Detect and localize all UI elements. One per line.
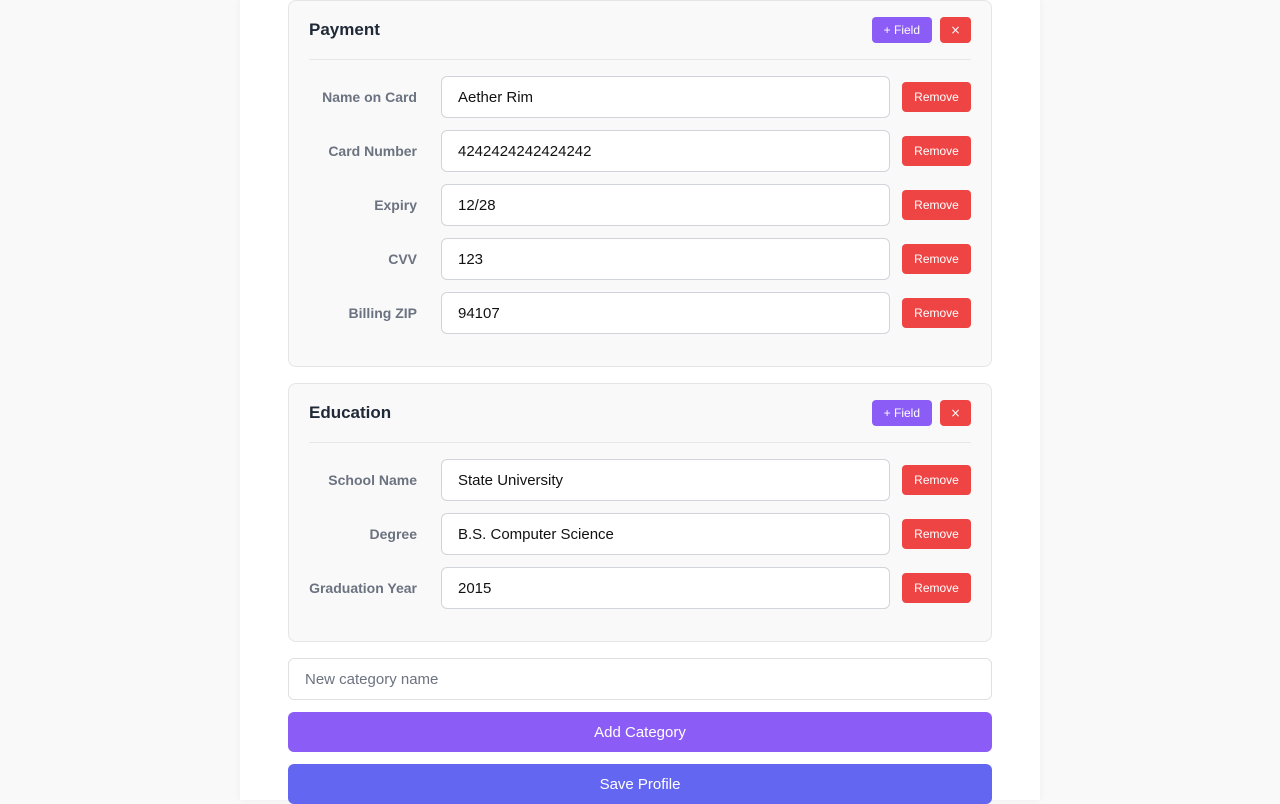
- field-list: Name on Card Remove Card Number Remove E…: [309, 60, 971, 354]
- remove-field-button[interactable]: Remove: [902, 136, 971, 166]
- field-row: Billing ZIP Remove: [309, 292, 971, 334]
- category-actions: + Field ×: [871, 400, 971, 426]
- field-label: Name on Card: [322, 89, 417, 105]
- remove-field-button[interactable]: Remove: [902, 465, 971, 495]
- field-value-input[interactable]: [441, 292, 890, 334]
- field-value-input[interactable]: [441, 567, 890, 609]
- field-row: CVV Remove: [309, 238, 971, 280]
- field-label: CVV: [388, 251, 417, 267]
- field-value-input[interactable]: [441, 130, 890, 172]
- category-actions: + Field ×: [871, 17, 971, 43]
- category-header: Payment + Field ×: [309, 1, 971, 60]
- new-category-input[interactable]: [288, 658, 992, 700]
- category-header: Education + Field ×: [309, 384, 971, 443]
- field-label: Expiry: [374, 197, 417, 213]
- field-value-input[interactable]: [441, 76, 890, 118]
- add-field-button[interactable]: + Field: [871, 17, 932, 43]
- field-label: Billing ZIP: [348, 305, 417, 321]
- category-title: Payment: [309, 20, 380, 39]
- add-field-button[interactable]: + Field: [871, 400, 932, 426]
- remove-field-button[interactable]: Remove: [902, 298, 971, 328]
- remove-field-button[interactable]: Remove: [902, 519, 971, 549]
- remove-field-button[interactable]: Remove: [902, 573, 971, 603]
- category-title: Education: [309, 403, 392, 422]
- category-card-education: Education + Field × School Name Remove D…: [288, 383, 992, 642]
- field-value-input[interactable]: [441, 184, 890, 226]
- field-label: Card Number: [328, 143, 417, 159]
- remove-field-button[interactable]: Remove: [902, 244, 971, 274]
- field-label: School Name: [328, 472, 417, 488]
- category-card-payment: Payment + Field × Name on Card Remove Ca…: [288, 0, 992, 367]
- remove-field-button[interactable]: Remove: [902, 82, 971, 112]
- profile-editor-panel: Payment + Field × Name on Card Remove Ca…: [240, 0, 1040, 804]
- field-value-input[interactable]: [441, 459, 890, 501]
- delete-category-button[interactable]: ×: [940, 17, 971, 43]
- field-label: Graduation Year: [309, 580, 417, 596]
- remove-field-button[interactable]: Remove: [902, 190, 971, 220]
- field-row: Name on Card Remove: [309, 76, 971, 118]
- field-label: Degree: [369, 526, 417, 542]
- field-row: Card Number Remove: [309, 130, 971, 172]
- field-value-input[interactable]: [441, 238, 890, 280]
- field-value-input[interactable]: [441, 513, 890, 555]
- field-row: Expiry Remove: [309, 184, 971, 226]
- delete-category-button[interactable]: ×: [940, 400, 971, 426]
- field-list: School Name Remove Degree Remove Graduat…: [309, 443, 971, 629]
- field-row: Graduation Year Remove: [309, 567, 971, 609]
- save-profile-button[interactable]: Save Profile: [288, 764, 992, 804]
- field-row: School Name Remove: [309, 459, 971, 501]
- add-category-button[interactable]: Add Category: [288, 712, 992, 752]
- field-row: Degree Remove: [309, 513, 971, 555]
